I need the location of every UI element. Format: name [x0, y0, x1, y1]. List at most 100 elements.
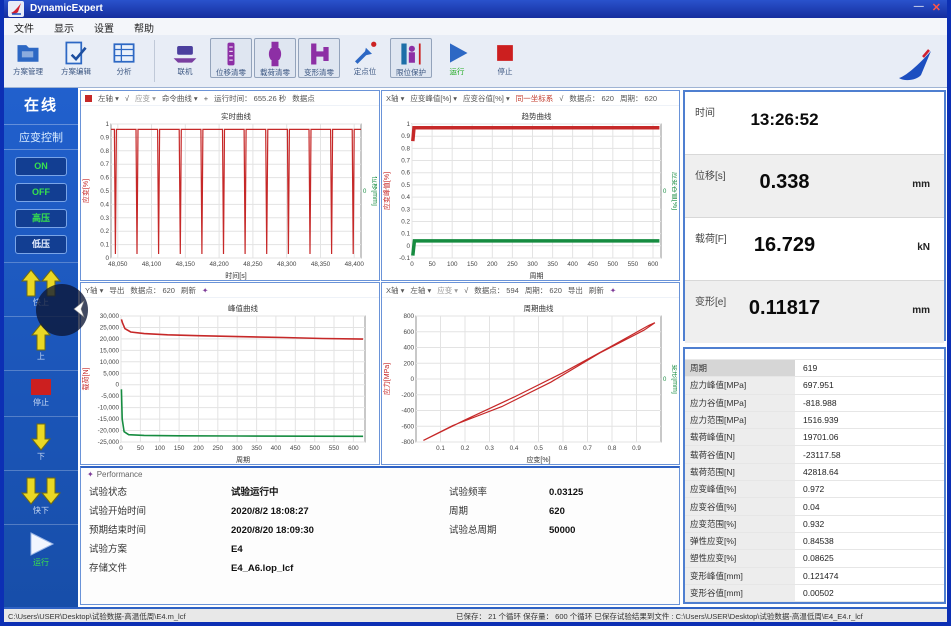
perf-value: 0.03125: [549, 484, 583, 501]
toolbar-button-run[interactable]: 运行: [434, 38, 480, 76]
svg-text:0.5: 0.5: [401, 182, 410, 189]
svg-text:0.9: 0.9: [632, 445, 641, 452]
sidebar-button-高压[interactable]: 高压: [15, 209, 67, 228]
mouse-cursor-overlay: [36, 284, 88, 336]
toolbar-button-deform-zero[interactable]: 变形清零: [298, 38, 340, 78]
chart-header-item[interactable]: 应变峰值[%] ▾: [410, 93, 457, 104]
chart-header-item[interactable]: 数据点： 594: [474, 285, 519, 296]
toolbar: 方案管理方案编辑分析联机位移清零载荷清零变形清零定点位限位保护运行停止: [4, 35, 947, 88]
chart-header-item[interactable]: 运行时间： 655.26 秒: [214, 93, 286, 104]
close-button[interactable]: ✕: [932, 1, 941, 14]
performance-row: 试验总周期50000: [449, 522, 679, 539]
chart-header-item[interactable]: 刷新: [181, 285, 196, 296]
toolbar-button-stop[interactable]: 停止: [482, 38, 528, 76]
readout-unit: mm: [912, 305, 930, 316]
perf-label: 存储文件: [89, 560, 127, 577]
double-down-icon: [19, 476, 63, 506]
toolbar-button-analysis[interactable]: 分析: [101, 38, 147, 76]
table-row[interactable]: 应变谷值[%]0.04: [685, 498, 944, 515]
svg-text:变形[mm]: 变形[mm]: [671, 364, 677, 394]
table-row[interactable]: 应变峰值[%]0.972: [685, 481, 944, 498]
svg-text:450: 450: [290, 445, 301, 452]
chart-header-item[interactable]: 导出: [568, 285, 583, 296]
chart-header-item[interactable]: 应变谷值[%] ▾: [463, 93, 510, 104]
toolbar-label: 运行: [434, 67, 480, 76]
chart-header-item[interactable]: 数据点： 620: [130, 285, 175, 296]
online-status: 在线: [4, 88, 78, 115]
svg-text:400: 400: [271, 445, 282, 452]
jog-double-down-button[interactable]: 快下: [4, 470, 78, 516]
jog-play-button[interactable]: 运行: [4, 524, 78, 568]
table-row[interactable]: 弹性应变[%]0.84538: [685, 533, 944, 550]
chart-header-item[interactable]: X轴 ▾: [386, 93, 404, 104]
chart-header-item[interactable]: 应变 ▾: [135, 93, 156, 104]
chart-header-item[interactable]: ✦: [610, 286, 616, 295]
sidebar-button-off[interactable]: OFF: [15, 183, 67, 202]
toolbar-button-limit-protect[interactable]: 限位保护: [390, 38, 432, 78]
table-row[interactable]: 应力谷值[MPa]-818.988: [685, 395, 944, 412]
table-row-value: -23117.58: [795, 450, 841, 460]
menu-item-0[interactable]: 文件: [4, 18, 44, 35]
chart-header-item[interactable]: 周期： 620: [525, 285, 562, 296]
chart-header-item[interactable]: 命令曲线 ▾: [162, 93, 198, 104]
chart-header-item[interactable]: 同一坐标系: [516, 93, 554, 104]
toolbar-button-connect[interactable]: 联机: [162, 38, 208, 76]
svg-text:550: 550: [329, 445, 340, 452]
menu-item-2[interactable]: 设置: [84, 18, 124, 35]
table-row[interactable]: 应力峰值[MPa]697.951: [685, 377, 944, 394]
table-row[interactable]: 应变范围[%]0.932: [685, 516, 944, 533]
jog-label: 下: [4, 452, 78, 462]
table-row[interactable]: 变形幅度[mm]0.116453: [685, 602, 944, 604]
realtime-chart[interactable]: 48,05048,10048,15048,20048,25048,30048,3…: [81, 106, 377, 280]
sidebar-button-低压[interactable]: 低压: [15, 235, 67, 254]
table-row[interactable]: 载荷峰值[N]19701.06: [685, 429, 944, 446]
toolbar-button-plan-edit[interactable]: 方案编辑: [53, 38, 99, 76]
sidebar-button-on[interactable]: ON: [15, 157, 67, 176]
table-row-value: 0.972: [795, 484, 824, 494]
table-row[interactable]: 变形峰值[mm]0.121474: [685, 568, 944, 585]
chart-header-item[interactable]: 周期： 620: [620, 93, 657, 104]
chart-header-item[interactable]: √: [559, 94, 563, 103]
toolbar-label: 位移清零: [211, 68, 251, 77]
chart-header-item[interactable]: 数据点: [292, 93, 315, 104]
chart-header-item[interactable]: +: [204, 94, 208, 103]
chart-header-item[interactable]: 导出: [109, 285, 124, 296]
table-row-label: 载荷峰值[N]: [685, 429, 795, 445]
table-row[interactable]: 应力范围[MPa]1516.939: [685, 412, 944, 429]
chart-header-item[interactable]: Y轴 ▾: [85, 285, 103, 296]
chart-header-item[interactable]: 刷新: [589, 285, 604, 296]
menu-item-1[interactable]: 显示: [44, 18, 84, 35]
svg-text:0: 0: [115, 382, 119, 389]
chart-header-item[interactable]: √: [125, 94, 129, 103]
table-row[interactable]: 周期619: [685, 360, 944, 377]
jog-down-button[interactable]: 下: [4, 416, 78, 462]
chart-header-item[interactable]: 左轴 ▾: [98, 93, 119, 104]
trend-chart[interactable]: 05010015020025030035040045050055060010.9…: [382, 106, 677, 280]
table-row[interactable]: 塑性应变[%]0.08625: [685, 550, 944, 567]
hysteresis-chart[interactable]: 0.10.20.30.40.50.60.70.80.98006004002000…: [382, 298, 677, 464]
menu-item-3[interactable]: 帮助: [124, 18, 164, 35]
chart-header-item[interactable]: 数据点： 620: [569, 93, 614, 104]
toolbar-button-disp-zero[interactable]: 位移清零: [210, 38, 252, 78]
toolbar-label: 定点位: [342, 67, 388, 76]
chart-header-item[interactable]: 应变 ▾: [437, 285, 458, 296]
jog-stop-square-button[interactable]: 停止: [4, 370, 78, 408]
svg-text:0.8: 0.8: [100, 148, 109, 155]
title-bar[interactable]: DynamicExpert — ✕: [4, 0, 947, 18]
toolbar-button-plan-manage[interactable]: 方案管理: [5, 38, 51, 76]
chart-header-item[interactable]: √: [464, 286, 468, 295]
table-row[interactable]: 载荷范围[N]42818.64: [685, 464, 944, 481]
chart-header-item[interactable]: X轴 ▾: [386, 285, 404, 296]
chart-header-trend: X轴 ▾ 应变峰值[%] ▾ 应变谷值[%] ▾ 同一坐标系 √ 数据点： 620 周期： …: [382, 91, 679, 106]
toolbar-button-load-zero[interactable]: 载荷清零: [254, 38, 296, 78]
table-row[interactable]: 变形谷值[mm]0.00502: [685, 585, 944, 602]
toolbar-label: 停止: [482, 67, 528, 76]
svg-text:400: 400: [567, 261, 578, 268]
table-row[interactable]: 载荷谷值[N]-23117.58: [685, 446, 944, 463]
performance-row: 试验开始时间2020/8/2 18:08:27: [89, 503, 429, 520]
chart-header-item[interactable]: 左轴 ▾: [410, 285, 431, 296]
chart-header-item[interactable]: ✦: [202, 286, 208, 295]
minimize-button[interactable]: —: [914, 1, 924, 14]
peak-chart[interactable]: 05010015020025030035040045050055060030,0…: [81, 298, 377, 464]
toolbar-button-set-point[interactable]: 定点位: [342, 38, 388, 76]
